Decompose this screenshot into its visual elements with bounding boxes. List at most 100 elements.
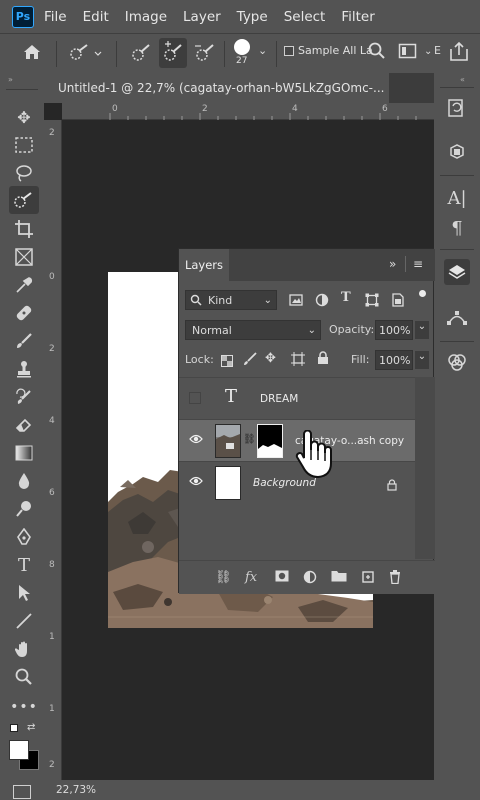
pen-tool-icon[interactable]: [13, 526, 35, 548]
move-tool-icon[interactable]: ✥: [13, 106, 35, 128]
new-layer-icon[interactable]: [361, 570, 375, 588]
lock-all-icon[interactable]: [317, 350, 329, 369]
menu-file[interactable]: File: [44, 9, 67, 25]
link-layers-icon[interactable]: ⛓: [215, 570, 232, 585]
subtract-from-selection-icon[interactable]: [192, 42, 218, 69]
home-icon[interactable]: [22, 42, 42, 67]
collapse-icon[interactable]: «: [460, 75, 465, 84]
menu-select[interactable]: Select: [284, 9, 326, 25]
fx-icon[interactable]: fx: [245, 570, 257, 585]
menu-type[interactable]: Type: [237, 9, 268, 25]
lasso-tool-icon[interactable]: [13, 162, 35, 184]
dodge-tool-icon[interactable]: [13, 498, 35, 520]
layers-panel-icon[interactable]: [444, 259, 470, 285]
crop-tool-icon[interactable]: [13, 218, 35, 240]
filter-toggle-icon[interactable]: [419, 290, 426, 297]
workspace-icon[interactable]: [398, 42, 418, 65]
chevron-down-icon[interactable]: ⌄: [424, 46, 432, 57]
blend-mode-select[interactable]: Normal ⌄: [185, 320, 321, 340]
ruler-tick: 1: [49, 704, 55, 714]
quick-mask-icon[interactable]: [13, 785, 31, 799]
character-panel-icon[interactable]: A|: [444, 185, 470, 211]
swap-colors-icon[interactable]: ⇄: [27, 722, 35, 733]
zoom-level[interactable]: 22,73%: [56, 784, 96, 796]
eyedropper-tool-icon[interactable]: [13, 274, 35, 296]
layer-filter-kind-select[interactable]: Kind ⌄: [185, 290, 277, 310]
line-tool-icon[interactable]: [13, 610, 35, 632]
search-icon[interactable]: [368, 42, 386, 65]
libraries-panel-icon[interactable]: [444, 139, 470, 165]
quick-selection-tool-icon[interactable]: [9, 186, 39, 214]
chevron-down-icon[interactable]: ⌄: [258, 44, 267, 57]
default-colors-icon[interactable]: [10, 724, 18, 732]
filter-pixel-icon[interactable]: [289, 292, 303, 311]
opacity-input[interactable]: 100%: [375, 320, 413, 340]
add-to-selection-icon[interactable]: [159, 38, 187, 68]
sample-all-layers-checkbox[interactable]: [284, 46, 294, 56]
share-icon[interactable]: [448, 41, 470, 68]
filter-smart-object-icon[interactable]: [391, 292, 405, 311]
menu-image[interactable]: Image: [125, 9, 167, 25]
eye-icon[interactable]: [189, 433, 203, 447]
document-tab[interactable]: Untitled-1 @ 22,7% (cagatay-orhan-bW5LkZ…: [44, 73, 389, 103]
paragraph-panel-icon[interactable]: ¶: [444, 215, 470, 241]
link-icon[interactable]: ⛓: [243, 434, 256, 445]
select-and-mask-label[interactable]: E: [434, 44, 441, 57]
visibility-toggle[interactable]: [189, 392, 201, 404]
group-folder-icon[interactable]: [331, 570, 347, 586]
filter-adjustment-icon[interactable]: [315, 292, 329, 311]
trash-icon[interactable]: [389, 570, 401, 588]
history-panel-icon[interactable]: [444, 95, 470, 121]
fill-input[interactable]: 100%: [375, 350, 413, 370]
add-mask-icon[interactable]: [275, 570, 289, 586]
ruler-tick: 0: [112, 104, 118, 114]
hand-tool-icon[interactable]: [13, 638, 35, 660]
menu-edit[interactable]: Edit: [83, 9, 109, 25]
blur-tool-icon[interactable]: [13, 470, 35, 492]
new-selection-icon[interactable]: [130, 42, 154, 69]
layer-row-dream[interactable]: T DREAM: [179, 377, 415, 419]
lock-transparent-pixels-icon[interactable]: [221, 352, 233, 371]
eye-icon[interactable]: [189, 475, 203, 489]
gradient-tool-icon[interactable]: [13, 442, 35, 464]
path-selection-tool-icon[interactable]: [13, 582, 35, 604]
collapse-icon[interactable]: »: [389, 257, 396, 271]
layer-thumbnail: [215, 466, 241, 500]
healing-brush-tool-icon[interactable]: [13, 302, 35, 324]
more-tools-icon[interactable]: •••: [10, 696, 37, 718]
panel-menu-icon[interactable]: ≡: [413, 257, 423, 271]
menu-layer[interactable]: Layer: [183, 9, 221, 25]
filter-type-icon[interactable]: T: [341, 290, 351, 305]
layer-name[interactable]: DREAM: [260, 393, 298, 405]
clone-stamp-tool-icon[interactable]: [13, 358, 35, 380]
frame-tool-icon[interactable]: [13, 246, 35, 268]
layers-tab[interactable]: Layers: [179, 249, 229, 281]
filter-shape-icon[interactable]: [365, 292, 379, 311]
lock-icon[interactable]: [387, 476, 397, 495]
quick-selection-preset-icon[interactable]: [68, 42, 102, 69]
channels-panel-icon[interactable]: [444, 349, 470, 375]
lock-position-icon[interactable]: ✥: [265, 351, 276, 366]
chevron-down-icon[interactable]: ⌄: [415, 321, 429, 339]
ruler-tick: 2: [49, 128, 55, 138]
chevron-down-icon[interactable]: ⌄: [415, 351, 429, 369]
lock-image-pixels-icon[interactable]: [243, 351, 257, 370]
type-tool-icon[interactable]: T: [13, 554, 35, 576]
paths-panel-icon[interactable]: [444, 305, 470, 331]
ruler-tick: 0: [49, 272, 55, 282]
adjustment-layer-icon[interactable]: [303, 570, 317, 588]
collapse-icon[interactable]: »: [8, 75, 13, 84]
layers-panel-header: Layers » ≡: [179, 249, 435, 281]
foreground-color-swatch[interactable]: [9, 740, 29, 760]
marquee-tool-icon[interactable]: [13, 134, 35, 156]
options-bar: 27 ⌄ Sample All La ⌄ E: [0, 33, 480, 73]
brush-tool-icon[interactable]: [13, 330, 35, 352]
history-brush-tool-icon[interactable]: [13, 386, 35, 408]
layers-scrollbar[interactable]: [415, 377, 435, 559]
zoom-tool-icon[interactable]: [13, 666, 35, 688]
photoshop-logo[interactable]: Ps: [12, 5, 34, 28]
layer-mask-thumbnail[interactable]: [257, 424, 283, 458]
menu-filter[interactable]: Filter: [341, 9, 374, 25]
lock-artboard-icon[interactable]: [291, 351, 305, 370]
eraser-tool-icon[interactable]: [13, 414, 35, 436]
